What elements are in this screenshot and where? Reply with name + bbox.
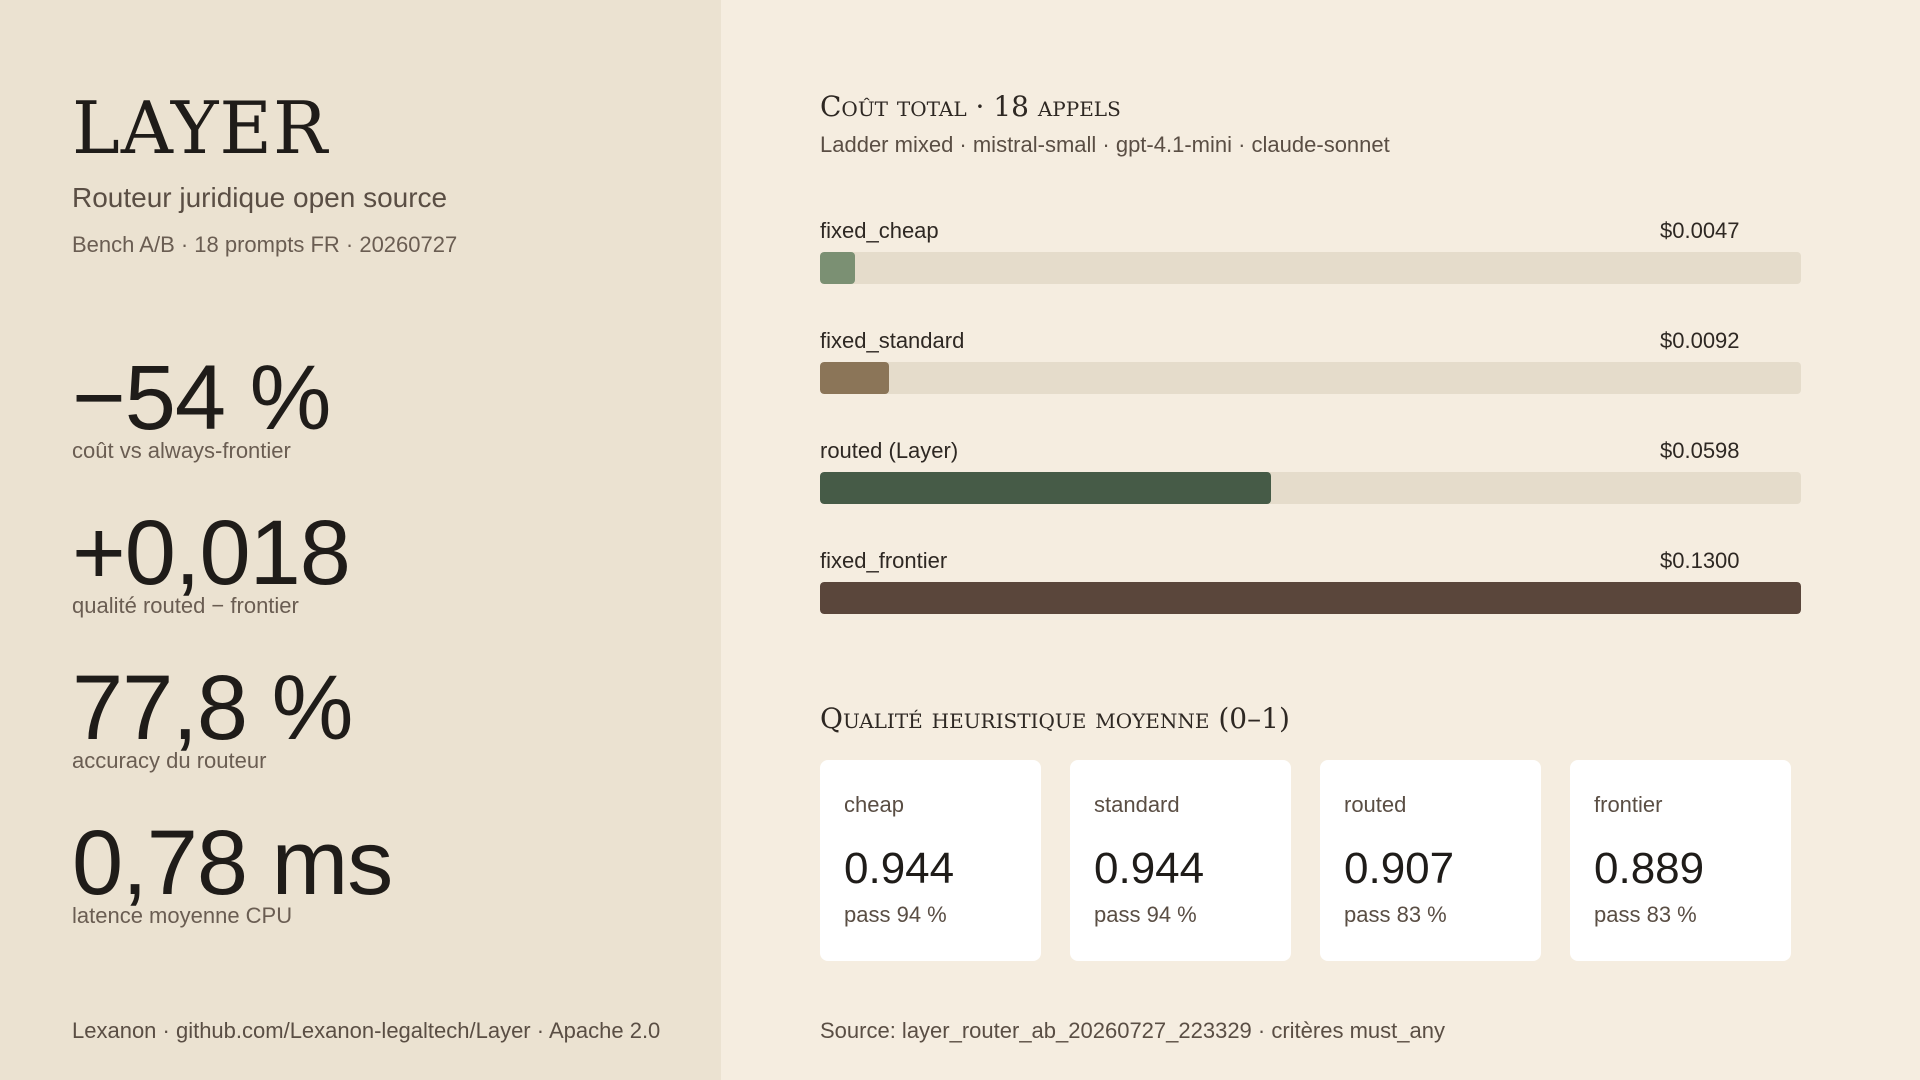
quality-card-label: frontier [1594, 792, 1663, 817]
kpi-quality: +0,018 qualité routed − frontier [72, 502, 351, 619]
quality-card-value: 0.907 [1344, 844, 1455, 893]
quality-card-pass: pass 83 % [1594, 902, 1697, 927]
bar-value-label: $0.0092 [1660, 328, 1740, 353]
bar-track [820, 252, 1801, 284]
quality-card-label: routed [1344, 792, 1407, 817]
kpi-latency: 0,78 ms latence moyenne CPU [72, 812, 393, 929]
brand-subtitle: Routeur juridique open source [72, 182, 448, 213]
quality-card: cheap 0.944 pass 94 % [820, 760, 1041, 961]
quality-card-pass: pass 94 % [844, 902, 947, 927]
bar [820, 252, 855, 284]
quality-card-value: 0.944 [844, 844, 955, 893]
bench-meta: Bench A/B · 18 prompts FR · 20260727 [72, 232, 458, 257]
cost-chart-title: Coût total · 18 appels [820, 90, 1121, 123]
bar [820, 582, 1801, 614]
bar-value-label: $0.0598 [1660, 438, 1740, 463]
footer-source: Source: layer_router_ab_20260727_223329 … [820, 1018, 1445, 1043]
quality-card-label: cheap [844, 792, 904, 817]
brand-title: LAYER [72, 86, 329, 170]
quality-card-pass: pass 83 % [1344, 902, 1447, 927]
quality-section-title: Qualité heuristique moyenne (0–1) [820, 702, 1290, 735]
bar-track [820, 472, 1801, 504]
kpi-value: 0,78 ms [72, 812, 393, 914]
kpi-accuracy: 77,8 % accuracy du routeur [72, 657, 353, 774]
quality-card: frontier 0.889 pass 83 % [1570, 760, 1791, 961]
bar [820, 362, 889, 394]
cost-chart-subtitle: Ladder mixed · mistral-small · gpt-4.1-m… [820, 132, 1390, 157]
kpi-cost: −54 % coût vs always-frontier [72, 347, 331, 464]
bar-category-label: fixed_cheap [820, 218, 939, 243]
quality-card: routed 0.907 pass 83 % [1320, 760, 1541, 961]
quality-card-pass: pass 94 % [1094, 902, 1197, 927]
bar-value-label: $0.0047 [1660, 218, 1740, 243]
quality-card-value: 0.944 [1094, 844, 1205, 893]
quality-card-value: 0.889 [1594, 844, 1705, 893]
bar-category-label: fixed_frontier [820, 548, 948, 573]
quality-card-label: standard [1094, 792, 1180, 817]
bar-track [820, 362, 1801, 394]
kpi-value: +0,018 [72, 502, 351, 604]
kpi-value: 77,8 % [72, 657, 353, 759]
summary-panel: LAYER Routeur juridique open source Benc… [0, 0, 721, 1080]
bar-value-label: $0.1300 [1660, 548, 1740, 573]
quality-card: standard 0.944 pass 94 % [1070, 760, 1291, 961]
kpi-value: −54 % [72, 347, 331, 449]
bar-track [820, 582, 1801, 614]
footer-credits: Lexanon · github.com/Lexanon-legaltech/L… [72, 1018, 661, 1043]
bar [820, 472, 1271, 504]
bar-category-label: routed (Layer) [820, 438, 959, 463]
bar-category-label: fixed_standard [820, 328, 965, 353]
